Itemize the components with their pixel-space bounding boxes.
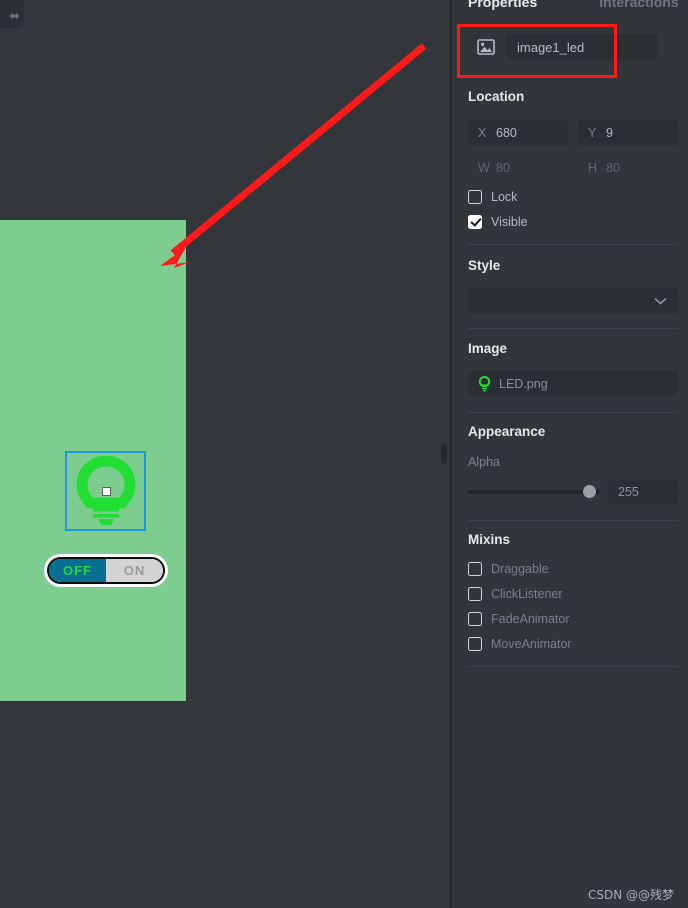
lock-label: Lock — [491, 190, 518, 204]
section-title-image: Image — [468, 341, 508, 356]
watermark: CSDN @@残梦 — [588, 888, 675, 902]
led-bulb-thumb-icon — [477, 375, 491, 392]
canvas-vertical-scrollbar[interactable] — [441, 444, 447, 464]
lock-checkbox-row[interactable]: Lock — [468, 190, 517, 204]
moveanimator-label: MoveAnimator — [491, 637, 572, 651]
image-icon — [475, 37, 497, 57]
divider-location — [468, 244, 678, 245]
chevron-down-icon — [654, 292, 667, 310]
divider-image — [468, 412, 678, 413]
tab-interactions[interactable]: Interactions — [599, 0, 678, 10]
canvas-widget-image1-led[interactable] — [65, 451, 146, 531]
location-w-field: W 80 — [468, 157, 568, 179]
moveanimator-checkbox[interactable] — [468, 637, 482, 651]
alpha-value-text: 255 — [618, 485, 639, 499]
mixin-row-moveanimator[interactable]: MoveAnimator — [468, 637, 572, 651]
location-x-label: X — [478, 126, 487, 140]
toggle-on-segment[interactable]: ON — [106, 559, 163, 582]
clicklistener-label: ClickListener — [491, 587, 563, 601]
tab-properties[interactable]: Properties — [468, 0, 537, 10]
location-h-label: H — [588, 161, 598, 175]
visible-label: Visible — [491, 215, 528, 229]
image-file-field[interactable]: LED.png — [468, 371, 678, 396]
location-h-field: H 80 — [578, 157, 678, 179]
location-h-value: 80 — [606, 161, 620, 175]
location-y-value: 9 — [606, 126, 613, 140]
image-filename-value: LED.png — [499, 376, 548, 391]
alpha-label: Alpha — [468, 455, 500, 469]
mixin-row-fadeanimator[interactable]: FadeAnimator — [468, 612, 570, 626]
location-x-field[interactable]: X 680 — [468, 120, 568, 146]
fadeanimator-label: FadeAnimator — [491, 612, 570, 626]
location-y-field[interactable]: Y 9 — [578, 120, 678, 146]
canvas-widget-toggle-switch[interactable]: OFF ON — [44, 554, 168, 587]
toggle-off-segment[interactable]: OFF — [49, 559, 106, 582]
corner-panel-glyph: ⬌ — [9, 8, 20, 23]
style-select-dropdown[interactable] — [468, 288, 678, 314]
divider-mixins — [468, 666, 678, 667]
location-w-label: W — [478, 161, 490, 175]
divider-style — [468, 328, 678, 329]
fadeanimator-checkbox[interactable] — [468, 612, 482, 626]
section-title-style: Style — [468, 258, 501, 273]
section-title-location: Location — [468, 89, 525, 104]
corner-panel-fragment: ⬌ — [0, 0, 24, 28]
alpha-slider-handle[interactable] — [583, 485, 596, 498]
panel-tab-bar: Properties Interactions — [452, 0, 688, 13]
visible-checkbox-row[interactable]: Visible — [468, 215, 528, 229]
mixin-row-clicklistener[interactable]: ClickListener — [468, 587, 563, 601]
toggle-inner: OFF ON — [47, 557, 165, 584]
draggable-label: Draggable — [491, 562, 549, 576]
divider-appearance — [468, 520, 678, 521]
alpha-value-input[interactable]: 255 — [608, 480, 678, 504]
lock-checkbox[interactable] — [468, 190, 482, 204]
alpha-slider[interactable] — [468, 490, 600, 494]
location-y-label: Y — [588, 126, 597, 140]
device-canvas[interactable]: OFF ON — [0, 220, 186, 701]
mixin-row-draggable[interactable]: Draggable — [468, 562, 549, 576]
selection-center-handle[interactable] — [101, 487, 111, 496]
draggable-checkbox[interactable] — [468, 562, 482, 576]
section-title-mixins: Mixins — [468, 532, 511, 547]
element-name-input[interactable]: image1_led — [506, 34, 658, 60]
clicklistener-checkbox[interactable] — [468, 587, 482, 601]
location-x-value: 680 — [496, 126, 517, 140]
visible-checkbox[interactable] — [468, 215, 482, 229]
canvas-workspace[interactable]: ⬌ OFF ON — [0, 0, 450, 908]
location-w-value: 80 — [496, 161, 510, 175]
section-title-appearance: Appearance — [468, 424, 546, 439]
element-name-row: image1_led — [468, 28, 678, 66]
